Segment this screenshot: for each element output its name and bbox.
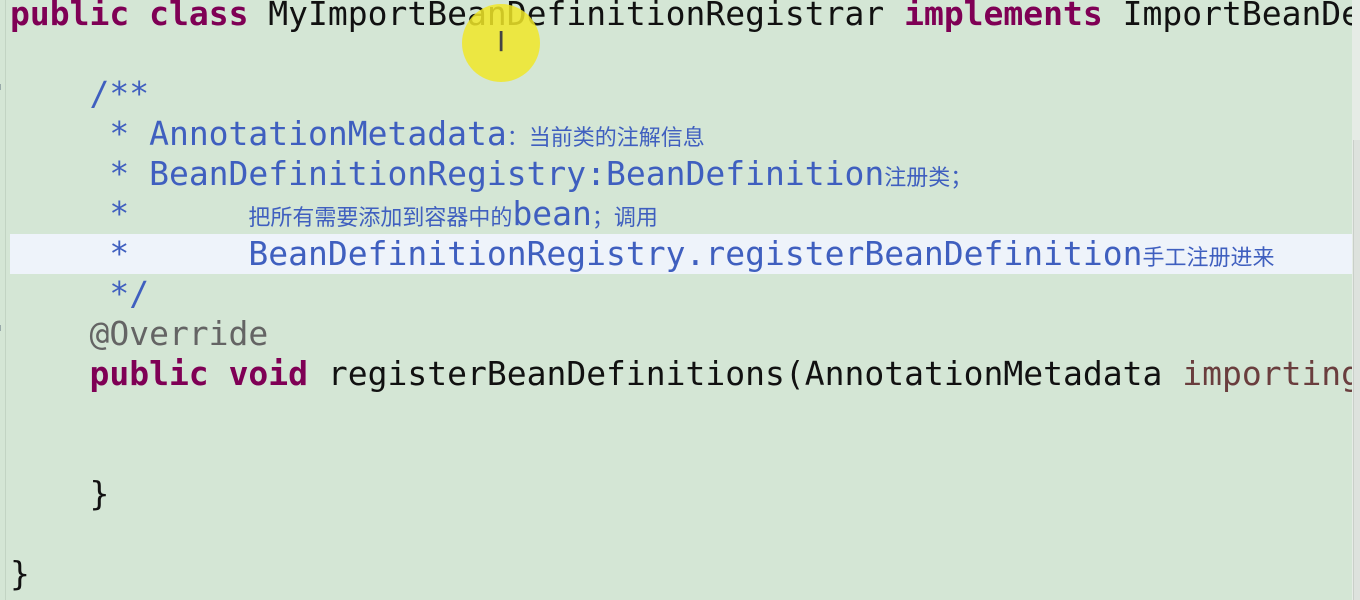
code-line[interactable]: @Override	[10, 314, 1352, 354]
code-line[interactable]	[10, 434, 1352, 474]
keyword: class	[149, 0, 249, 33]
javadoc-text: bean	[512, 194, 592, 233]
javadoc-chinese-text: ；调用	[591, 206, 658, 231]
javadoc-chinese-text: ：当前类的注解信息	[506, 126, 705, 151]
javadoc-text: BeanDefinitionRegistry.registerBeanDefin…	[248, 234, 1143, 273]
javadoc-chinese-text: 手工注册进来	[1142, 246, 1275, 271]
javadoc-text: * BeanDefinitionRegistry:BeanDefinition	[109, 154, 885, 193]
code-line[interactable]: * BeanDefinitionRegistry:BeanDefinition注…	[10, 154, 1352, 194]
javadoc-text: *	[109, 194, 209, 233]
code-line[interactable]: /**	[10, 74, 1352, 114]
code-line[interactable]: public class MyImportBeanDefinitionRegis…	[10, 0, 1352, 34]
code-line[interactable]: * AnnotationMetadata：当前类的注解信息	[10, 114, 1352, 154]
vertical-scrollbar[interactable]	[1352, 0, 1360, 600]
keyword: implements	[904, 0, 1103, 33]
code-line[interactable]	[10, 514, 1352, 554]
code-line[interactable]	[10, 394, 1352, 434]
code-text: }	[89, 474, 110, 513]
keyword: public	[10, 0, 130, 33]
annotation: @Override	[89, 314, 269, 353]
code-text: registerBeanDefinitions(AnnotationMetada…	[308, 354, 1183, 393]
editor-left-border	[5, 0, 6, 600]
code-text: ImportBeanDe	[1102, 0, 1352, 33]
keyword: public	[89, 354, 209, 393]
javadoc-text: */	[109, 274, 150, 313]
code-line[interactable]: }	[10, 554, 1352, 594]
code-editor[interactable]: public class MyImportBeanDefinitionRegis…	[0, 0, 1352, 600]
code-line-current[interactable]: * BeanDefinitionRegistry.registerBeanDef…	[10, 234, 1352, 274]
code-line[interactable]: }	[10, 474, 1352, 514]
code-line[interactable]: */	[10, 274, 1352, 314]
code-line[interactable]: * 把所有需要添加到容器中的bean；调用	[10, 194, 1352, 234]
javadoc-text: * AnnotationMetadata	[109, 114, 507, 153]
code-area[interactable]: public class MyImportBeanDefinitionRegis…	[10, 0, 1352, 594]
parameter-name: importing	[1182, 354, 1352, 393]
scrollbar-thumb[interactable]	[1353, 140, 1360, 600]
keyword: void	[228, 354, 309, 393]
javadoc-text: *	[109, 234, 209, 273]
javadoc-text: /**	[89, 74, 150, 113]
text-ibeam-icon: I	[497, 25, 506, 58]
fold-marker-icon[interactable]	[0, 84, 5, 90]
javadoc-chinese-text: 把所有需要添加到容器中的	[248, 206, 513, 231]
code-line[interactable]	[10, 34, 1352, 74]
code-line[interactable]: public void registerBeanDefinitions(Anno…	[10, 354, 1352, 394]
javadoc-chinese-text: 注册类；	[884, 166, 973, 191]
code-text: MyImportBeanDefinitionRegistrar	[248, 0, 905, 33]
code-text: }	[10, 554, 30, 593]
fold-marker-icon[interactable]	[0, 325, 5, 331]
